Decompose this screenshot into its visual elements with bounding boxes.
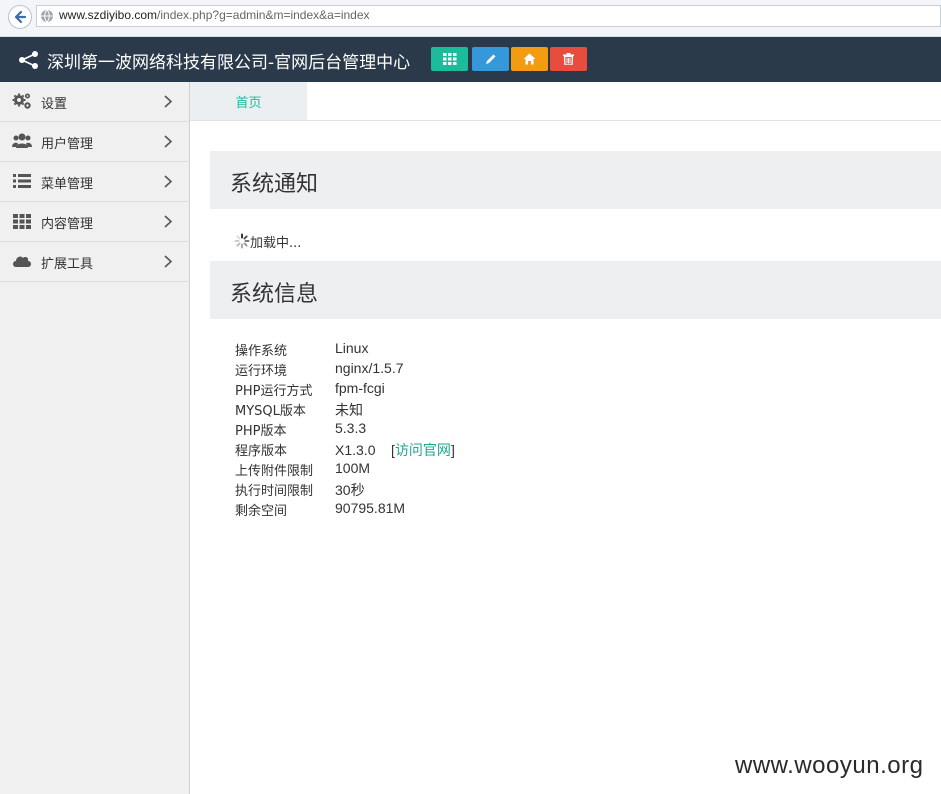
sidebar-item-label: 用户管理 xyxy=(41,137,94,152)
sidebar-item-settings[interactable]: 设置 xyxy=(0,82,189,122)
list-icon xyxy=(13,174,31,188)
info-value: 未知 xyxy=(335,402,363,418)
info-value: nginx/1.5.7 xyxy=(335,360,404,376)
info-value: 5.3.3 xyxy=(335,420,367,436)
pencil-icon xyxy=(485,54,495,64)
info-key: 剩余空间 xyxy=(235,504,288,519)
sysinfo-table: 操作系统 Linux 运行环境 nginx/1.5.7 PHP运行方式 fpm-… xyxy=(235,338,635,519)
main-content: 首页 系统通知 加载中... 系统信息 操作系统 Linux 运行环境 ngin… xyxy=(190,82,941,794)
url-host: www.szdiyibo.com xyxy=(59,8,158,22)
url-field[interactable]: www.szdiyibo.com/index.php?g=admin&m=ind… xyxy=(36,5,941,27)
visit-site-link[interactable]: 访问官网 xyxy=(395,442,451,458)
back-arrow-icon xyxy=(14,10,27,24)
trash-icon xyxy=(563,53,574,65)
info-row-env: 运行环境 nginx/1.5.7 xyxy=(235,358,635,379)
chevron-right-icon xyxy=(164,215,172,228)
info-key: PHP版本 xyxy=(235,424,287,439)
chevron-right-icon xyxy=(164,95,172,108)
spinner-icon xyxy=(234,233,250,249)
share-nodes-icon xyxy=(19,51,38,69)
info-row-php-version: PHP版本 5.3.3 xyxy=(235,418,635,439)
info-key: 程序版本 xyxy=(235,444,288,459)
grid-icon xyxy=(13,214,31,229)
info-key: 运行环境 xyxy=(235,364,288,379)
info-row-upload-limit: 上传附件限制 100M xyxy=(235,458,635,479)
notice-title: 系统通知 xyxy=(230,172,319,197)
sidebar-item-tools[interactable]: 扩展工具 xyxy=(0,242,189,282)
sidebar-item-label: 设置 xyxy=(41,97,68,112)
chevron-right-icon xyxy=(164,175,172,188)
info-value: X1.3.0 xyxy=(335,442,376,458)
sidebar: 设置 用户管理 菜单管理 内容管理 扩展工具 xyxy=(0,82,190,794)
chevron-right-icon xyxy=(164,135,172,148)
info-row-php-mode: PHP运行方式 fpm-fcgi xyxy=(235,378,635,399)
sidebar-item-menus[interactable]: 菜单管理 xyxy=(0,162,189,202)
info-row-mysql: MYSQL版本 未知 xyxy=(235,398,635,419)
top-header: 深圳第一波网络科技有限公司-官网后台管理中心 xyxy=(0,37,941,82)
home-icon xyxy=(523,53,536,65)
sidebar-item-content[interactable]: 内容管理 xyxy=(0,202,189,242)
chevron-right-icon xyxy=(164,255,172,268)
globe-icon xyxy=(41,9,53,23)
info-value: Linux xyxy=(335,340,369,356)
info-key: 执行时间限制 xyxy=(235,484,314,499)
info-value: fpm-fcgi xyxy=(335,380,385,396)
tab-bar: 首页 xyxy=(190,82,941,121)
browser-address-bar: www.szdiyibo.com/index.php?g=admin&m=ind… xyxy=(0,0,941,37)
info-key: PHP运行方式 xyxy=(235,384,313,399)
sysinfo-panel-header: 系统信息 xyxy=(210,261,941,319)
sidebar-item-label: 内容管理 xyxy=(41,217,94,232)
info-value-group: X1.3.0 [访问官网] xyxy=(335,440,455,460)
gears-icon xyxy=(12,93,31,109)
info-value: 100M xyxy=(335,460,371,476)
info-value: 90795.81M xyxy=(335,500,406,516)
site-title: 深圳第一波网络科技有限公司-官网后台管理中心 xyxy=(47,53,411,73)
info-row-os: 操作系统 Linux xyxy=(235,338,635,359)
info-row-program-version: 程序版本 X1.3.0 [访问官网] xyxy=(235,438,635,460)
info-value: 30秒 xyxy=(335,482,365,498)
url-text: www.szdiyibo.com/index.php?g=admin&m=ind… xyxy=(59,8,370,22)
tab-home[interactable]: 首页 xyxy=(190,82,307,120)
back-button[interactable] xyxy=(8,5,32,29)
home-button[interactable] xyxy=(511,47,548,71)
info-key: 上传附件限制 xyxy=(235,464,314,479)
edit-button[interactable] xyxy=(472,47,509,71)
delete-button[interactable] xyxy=(550,47,587,71)
grid-icon xyxy=(442,53,456,65)
info-key: MYSQL版本 xyxy=(235,404,306,419)
sysinfo-title: 系统信息 xyxy=(230,282,319,307)
users-icon xyxy=(12,133,32,148)
info-key: 操作系统 xyxy=(235,344,288,359)
sidebar-item-label: 菜单管理 xyxy=(41,177,94,192)
url-path: /index.php?g=admin&m=index&a=index xyxy=(157,8,370,22)
apps-button[interactable] xyxy=(431,47,468,71)
cloud-icon xyxy=(13,256,31,267)
loading-text: 加载中... xyxy=(250,235,302,251)
bracket-close: ] xyxy=(450,442,455,458)
info-row-free-space: 剩余空间 90795.81M xyxy=(235,498,635,519)
sidebar-item-label: 扩展工具 xyxy=(41,257,94,272)
sidebar-item-users[interactable]: 用户管理 xyxy=(0,122,189,162)
info-row-exec-limit: 执行时间限制 30秒 xyxy=(235,478,635,499)
loading-indicator: 加载中... xyxy=(234,232,302,251)
notice-panel-header: 系统通知 xyxy=(210,151,941,209)
watermark: www.wooyun.org xyxy=(735,752,924,779)
